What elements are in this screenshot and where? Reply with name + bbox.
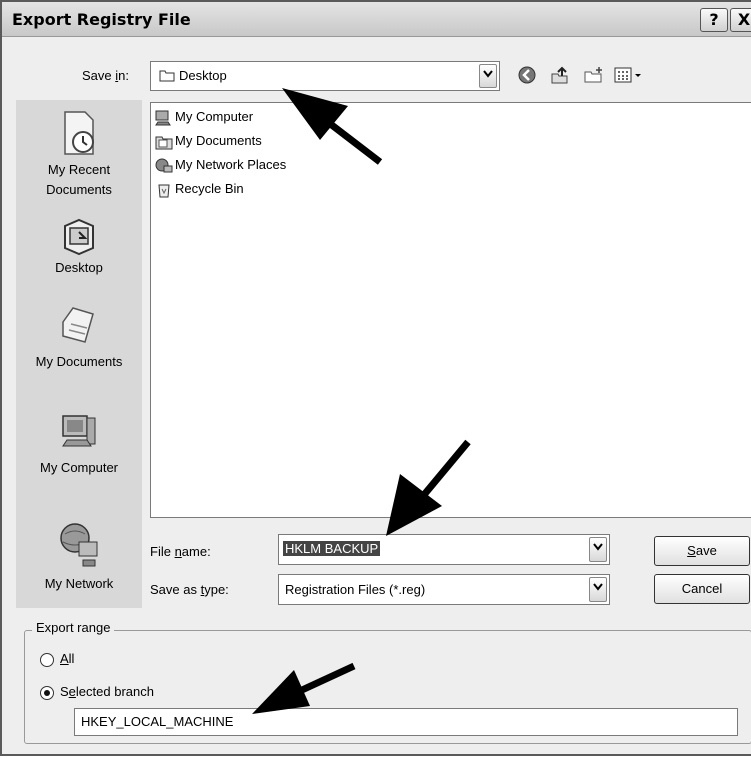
save-in-value: Desktop — [179, 68, 227, 83]
file-list[interactable]: My Computer My Documents My Network Plac… — [150, 102, 751, 518]
place-label-line1: My Recent — [47, 162, 111, 177]
save-in-dropdown[interactable]: Desktop — [150, 61, 500, 91]
file-name-dropdown-button[interactable] — [589, 537, 607, 562]
documents-folder-icon — [155, 136, 173, 150]
list-item[interactable]: My Network Places — [155, 155, 286, 177]
list-item[interactable]: My Computer — [155, 107, 253, 129]
branch-value: HKEY_LOCAL_MACHINE — [81, 714, 234, 729]
place-label: Desktop — [55, 260, 103, 275]
save-in-dropdown-button[interactable] — [479, 64, 497, 88]
place-my-documents[interactable]: My Documents — [16, 300, 142, 372]
computer-icon — [155, 110, 171, 126]
radio-selected-dot — [44, 690, 50, 696]
save-as-type-label: Save as type: — [150, 582, 229, 597]
my-computer-icon — [62, 415, 96, 447]
new-folder-icon[interactable] — [584, 66, 604, 84]
all-radio-label[interactable]: All — [60, 651, 74, 666]
back-icon[interactable] — [518, 66, 536, 84]
save-as-type-dropdown-button[interactable] — [589, 577, 607, 602]
views-menu-icon[interactable] — [614, 66, 644, 84]
cancel-button[interactable]: Cancel — [654, 574, 750, 604]
file-name-value: HKLM BACKUP — [283, 541, 381, 556]
desktop-icon — [64, 218, 94, 256]
title-bar[interactable]: Export Registry File ? X — [2, 2, 751, 37]
place-desktop[interactable]: Desktop — [16, 216, 142, 278]
list-item[interactable]: Recycle Bin — [155, 179, 244, 201]
place-my-network[interactable]: My Network — [16, 520, 142, 594]
place-my-recent-documents[interactable]: My Recent Documents — [16, 108, 142, 200]
chevron-down-icon — [593, 583, 603, 591]
save-as-type-dropdown[interactable]: Registration Files (*.reg) — [278, 574, 610, 605]
place-label-line2: Documents — [46, 182, 112, 197]
all-radio[interactable] — [40, 653, 54, 667]
dialog-title: Export Registry File — [12, 10, 191, 29]
branch-input[interactable]: HKEY_LOCAL_MACHINE — [74, 708, 738, 736]
place-label: My Network — [44, 576, 114, 591]
close-button[interactable]: X — [730, 8, 751, 32]
my-documents-icon — [62, 307, 94, 343]
up-folder-icon[interactable] — [550, 66, 570, 84]
my-network-icon — [60, 523, 98, 567]
selected-branch-label[interactable]: Selected branch — [60, 684, 154, 699]
chevron-down-icon — [593, 543, 603, 551]
file-name-input[interactable]: HKLM BACKUP — [278, 534, 610, 565]
recent-documents-icon — [64, 111, 94, 155]
folder-icon — [159, 70, 175, 82]
recycle-bin-icon — [158, 184, 170, 198]
file-name-label: File name: — [150, 544, 211, 559]
place-label: My Computer — [39, 460, 119, 475]
selected-branch-radio[interactable] — [40, 686, 54, 700]
network-places-icon — [155, 158, 173, 173]
export-range-title: Export range — [32, 620, 115, 635]
chevron-down-icon — [483, 70, 493, 78]
export-registry-dialog: Export Registry File ? X Save in: Deskto… — [0, 0, 751, 756]
save-as-type-value: Registration Files (*.reg) — [285, 582, 426, 597]
save-button[interactable]: Save — [654, 536, 750, 566]
places-bar: My Recent Documents Desktop My Documents… — [16, 100, 142, 608]
save-in-label: Save in: — [82, 68, 129, 83]
help-button[interactable]: ? — [700, 8, 728, 32]
place-my-computer[interactable]: My Computer — [16, 406, 142, 478]
place-label: My Documents — [35, 354, 123, 369]
list-item[interactable]: My Documents — [155, 131, 262, 153]
